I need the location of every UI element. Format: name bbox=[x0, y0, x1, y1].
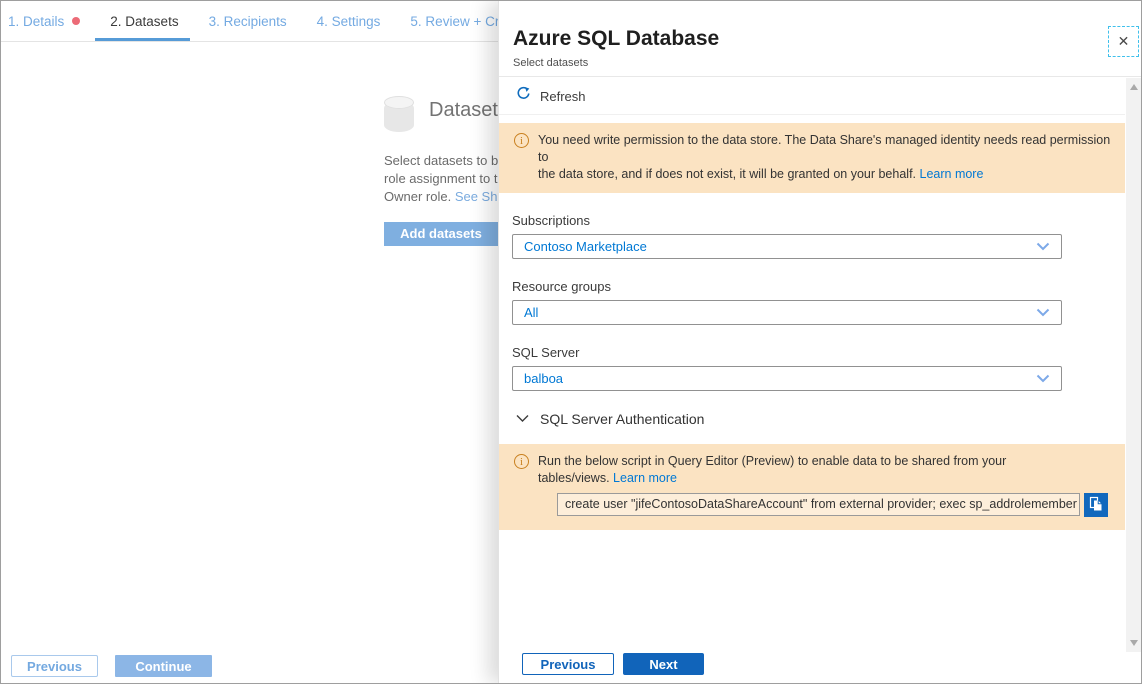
tab-details-label: 1. Details bbox=[8, 14, 64, 29]
chevron-down-icon bbox=[516, 410, 529, 428]
refresh-label: Refresh bbox=[540, 89, 586, 104]
subscriptions-value: Contoso Marketplace bbox=[524, 239, 647, 254]
azure-sql-database-panel: Azure SQL Database Select datasets ✕ Ref… bbox=[498, 1, 1142, 683]
tab-recipients-label: 3. Recipients bbox=[209, 14, 287, 29]
description-line: Select datasets to be bbox=[384, 152, 498, 170]
description-line: role assignment to t bbox=[384, 170, 498, 188]
tab-recipients[interactable]: 3. Recipients bbox=[194, 1, 302, 41]
sql-server-authentication-label: SQL Server Authentication bbox=[540, 411, 704, 427]
resource-groups-dropdown[interactable]: All bbox=[512, 300, 1062, 325]
sql-server-dropdown[interactable]: balboa bbox=[512, 366, 1062, 391]
panel-footer: Previous Next bbox=[522, 653, 704, 675]
tab-datasets[interactable]: 2. Datasets bbox=[95, 1, 193, 41]
sql-server-field: SQL Server balboa bbox=[512, 345, 1062, 391]
learn-more-link[interactable]: Learn more bbox=[920, 167, 984, 181]
description-line: Owner role. See Sha bbox=[384, 188, 498, 206]
chevron-down-icon bbox=[1036, 304, 1050, 322]
sql-server-label: SQL Server bbox=[512, 345, 1062, 360]
scroll-up-arrow-icon[interactable] bbox=[1130, 84, 1138, 90]
active-tab-underline bbox=[95, 38, 189, 41]
chevron-down-icon bbox=[1036, 238, 1050, 256]
tab-details[interactable]: 1. Details bbox=[8, 1, 95, 41]
datasets-description: Select datasets to be role assignment to… bbox=[384, 152, 498, 206]
panel-toolbar: Refresh bbox=[499, 78, 1125, 115]
close-icon: ✕ bbox=[1118, 33, 1130, 50]
sql-server-authentication-expander[interactable]: SQL Server Authentication bbox=[516, 410, 1125, 428]
subscriptions-field: Subscriptions Contoso Marketplace bbox=[512, 213, 1062, 259]
app-window: 1. Details 2. Datasets 3. Recipients 4. … bbox=[0, 0, 1142, 684]
info-icon: i bbox=[514, 133, 529, 148]
wizard-previous-button[interactable]: Previous bbox=[11, 655, 98, 677]
copy-icon bbox=[1088, 496, 1104, 515]
add-datasets-button[interactable]: Add datasets bbox=[384, 222, 498, 246]
close-button[interactable]: ✕ bbox=[1108, 26, 1139, 57]
see-share-link[interactable]: See Sha bbox=[455, 189, 498, 204]
subscriptions-label: Subscriptions bbox=[512, 213, 1062, 228]
tab-datasets-label: 2. Datasets bbox=[110, 14, 178, 29]
learn-more-link[interactable]: Learn more bbox=[613, 471, 677, 485]
panel-content: Refresh i You need write permission to t… bbox=[499, 78, 1125, 653]
copy-script-button[interactable] bbox=[1084, 493, 1108, 517]
permission-banner-text: You need write permission to the data st… bbox=[538, 132, 1113, 183]
database-cylinder-icon bbox=[384, 96, 414, 132]
script-banner-text: Run the below script in Query Editor (Pr… bbox=[538, 453, 1108, 487]
panel-subtitle: Select datasets bbox=[513, 57, 588, 69]
resource-groups-value: All bbox=[524, 305, 538, 320]
wizard-step-tabs: 1. Details 2. Datasets 3. Recipients 4. … bbox=[1, 1, 498, 42]
script-row: create user "jifeContosoDataShareAccount… bbox=[557, 493, 1108, 517]
panel-scrollbar[interactable] bbox=[1126, 78, 1142, 652]
panel-header: Azure SQL Database Select datasets ✕ bbox=[499, 1, 1142, 77]
refresh-button[interactable]: Refresh bbox=[516, 86, 586, 106]
resource-groups-field: Resource groups All bbox=[512, 279, 1062, 325]
tab-settings-label: 4. Settings bbox=[317, 14, 381, 29]
create-user-script-field[interactable]: create user "jifeContosoDataShareAccount… bbox=[557, 493, 1080, 516]
wizard-continue-button[interactable]: Continue bbox=[115, 655, 212, 677]
subscriptions-dropdown[interactable]: Contoso Marketplace bbox=[512, 234, 1062, 259]
panel-next-button[interactable]: Next bbox=[623, 653, 704, 675]
alert-dot-icon bbox=[72, 17, 80, 25]
chevron-down-icon bbox=[1036, 370, 1050, 388]
panel-title: Azure SQL Database bbox=[513, 27, 719, 51]
permission-info-banner: i You need write permission to the data … bbox=[499, 123, 1125, 193]
wizard-footer: Previous Continue bbox=[11, 655, 212, 677]
sql-server-value: balboa bbox=[524, 371, 563, 386]
wizard-background: 1. Details 2. Datasets 3. Recipients 4. … bbox=[1, 1, 498, 683]
scroll-down-arrow-icon[interactable] bbox=[1130, 640, 1138, 646]
resource-groups-label: Resource groups bbox=[512, 279, 1062, 294]
script-info-banner: i Run the below script in Query Editor (… bbox=[499, 444, 1125, 530]
datasets-section-title: Datasets bbox=[429, 99, 508, 122]
refresh-icon bbox=[516, 86, 531, 106]
tab-settings[interactable]: 4. Settings bbox=[302, 1, 396, 41]
panel-previous-button[interactable]: Previous bbox=[522, 653, 614, 675]
info-icon: i bbox=[514, 454, 529, 469]
